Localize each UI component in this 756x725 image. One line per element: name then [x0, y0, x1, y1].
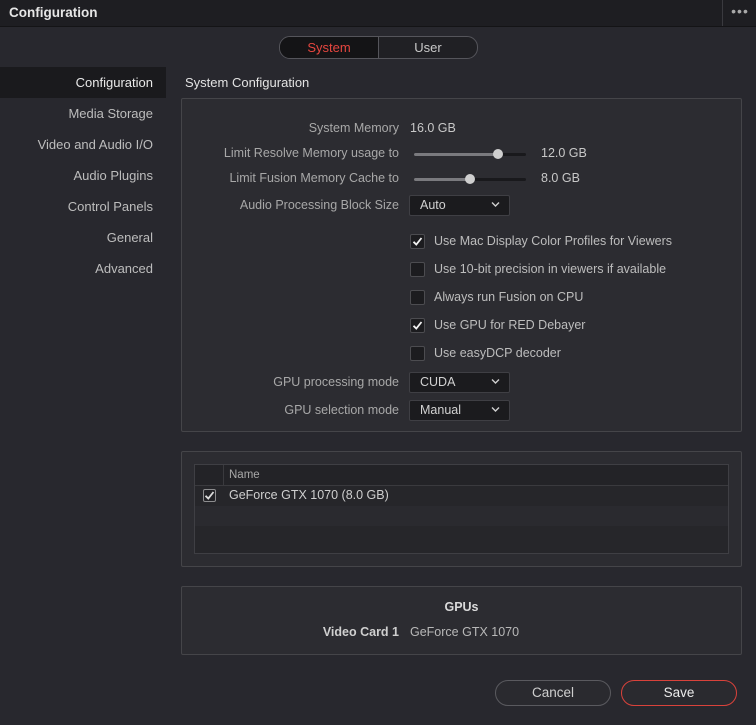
table-row-empty — [195, 506, 728, 526]
sidebar-item-control-panels[interactable]: Control Panels — [0, 191, 166, 222]
window-title: Configuration — [9, 5, 98, 20]
gpu-table: Name GeForce GTX 1070 (8.0 GB) — [194, 464, 729, 554]
resolve-memory-label: Limit Resolve Memory usage to — [223, 146, 399, 160]
resolve-memory-slider-fill — [414, 153, 498, 156]
checkbox-box[interactable] — [410, 262, 425, 277]
table-row[interactable]: GeForce GTX 1070 (8.0 GB) — [195, 486, 728, 506]
checkbox-box[interactable] — [410, 290, 425, 305]
section-title: System Configuration — [185, 75, 310, 90]
video-card-value: GeForce GTX 1070 — [410, 625, 520, 639]
chevron-down-icon — [491, 379, 500, 384]
audio-block-row: Audio Processing Block Size Auto — [182, 195, 741, 217]
checkbox-label: Use Mac Display Color Profiles for Viewe… — [434, 234, 673, 248]
save-button[interactable]: Save — [621, 680, 737, 706]
fusion-memory-row: Limit Fusion Memory Cache to 8.0 GB — [182, 168, 741, 190]
checkbox-label: Use GPU for RED Debayer — [434, 318, 586, 332]
tab-system[interactable]: System — [280, 37, 379, 58]
sidebar-item-configuration[interactable]: Configuration — [0, 67, 166, 98]
resolve-memory-value: 12.0 GB — [541, 146, 587, 160]
fusion-memory-label: Limit Fusion Memory Cache to — [229, 171, 399, 185]
gpus-title: GPUs — [444, 600, 479, 614]
gpu-selection-label: GPU selection mode — [284, 403, 399, 417]
chevron-down-icon — [491, 202, 500, 207]
sidebar-item-media-storage[interactable]: Media Storage — [0, 98, 166, 129]
fusion-memory-slider[interactable] — [414, 174, 526, 184]
gpu-list-panel: Name GeForce GTX 1070 (8.0 GB) — [181, 451, 742, 567]
gpu-processing-dropdown[interactable]: CUDA — [409, 372, 510, 393]
chevron-down-icon — [491, 407, 500, 412]
gpu-processing-value: CUDA — [420, 375, 456, 389]
system-config-panel: System Memory 16.0 GB Limit Resolve Memo… — [181, 98, 742, 432]
checkbox-label: Always run Fusion on CPU — [434, 290, 584, 304]
gpu-selection-row: GPU selection mode Manual — [182, 400, 741, 422]
gpu-row-name: GeForce GTX 1070 (8.0 GB) — [229, 488, 389, 502]
gpu-row-checkbox[interactable] — [203, 489, 216, 502]
sidebar: Configuration Media Storage Video and Au… — [0, 67, 166, 284]
table-header: Name — [195, 465, 728, 486]
table-row-empty — [195, 526, 728, 553]
checkmark-icon — [412, 321, 423, 330]
video-card-label: Video Card 1 — [322, 625, 399, 639]
system-memory-label: System Memory — [308, 121, 399, 135]
title-divider — [722, 0, 723, 26]
fusion-memory-value: 8.0 GB — [541, 171, 580, 185]
audio-block-value: Auto — [420, 198, 446, 212]
gpu-selection-dropdown[interactable]: Manual — [409, 400, 510, 421]
fusion-memory-slider-handle[interactable] — [465, 174, 475, 184]
gpus-info-panel: GPUs Video Card 1 GeForce GTX 1070 — [181, 586, 742, 655]
checkbox-box[interactable] — [410, 346, 425, 361]
system-memory-value: 16.0 GB — [410, 121, 456, 135]
checkmark-icon — [204, 491, 215, 500]
checkbox-label: Use easyDCP decoder — [434, 346, 561, 360]
sidebar-item-audio-plugins[interactable]: Audio Plugins — [0, 160, 166, 191]
checkbox-box[interactable] — [410, 234, 425, 249]
audio-block-dropdown[interactable]: Auto — [409, 195, 510, 216]
column-header-name: Name — [229, 469, 260, 481]
tab-user[interactable]: User — [379, 37, 477, 58]
title-bar: Configuration ••• — [0, 0, 756, 27]
gpu-processing-row: GPU processing mode CUDA — [182, 372, 741, 394]
resolve-memory-row: Limit Resolve Memory usage to 12.0 GB — [182, 143, 741, 165]
sidebar-item-advanced[interactable]: Advanced — [0, 253, 166, 284]
gpu-processing-label: GPU processing mode — [273, 375, 399, 389]
tab-switcher: System User — [279, 36, 478, 59]
system-memory-row: System Memory 16.0 GB — [182, 118, 741, 140]
fusion-memory-slider-fill — [414, 178, 470, 181]
column-divider — [223, 465, 224, 485]
sidebar-item-general[interactable]: General — [0, 222, 166, 253]
gpu-selection-value: Manual — [420, 403, 461, 417]
resolve-memory-slider-handle[interactable] — [493, 149, 503, 159]
checkbox-label: Use 10-bit precision in viewers if avail… — [434, 262, 667, 276]
checkmark-icon — [412, 237, 423, 246]
sidebar-item-video-audio-io[interactable]: Video and Audio I/O — [0, 129, 166, 160]
audio-block-label: Audio Processing Block Size — [239, 198, 399, 212]
ellipsis-icon[interactable]: ••• — [726, 3, 754, 19]
cancel-button[interactable]: Cancel — [495, 680, 611, 706]
checkbox-box[interactable] — [410, 318, 425, 333]
resolve-memory-slider[interactable] — [414, 149, 526, 159]
